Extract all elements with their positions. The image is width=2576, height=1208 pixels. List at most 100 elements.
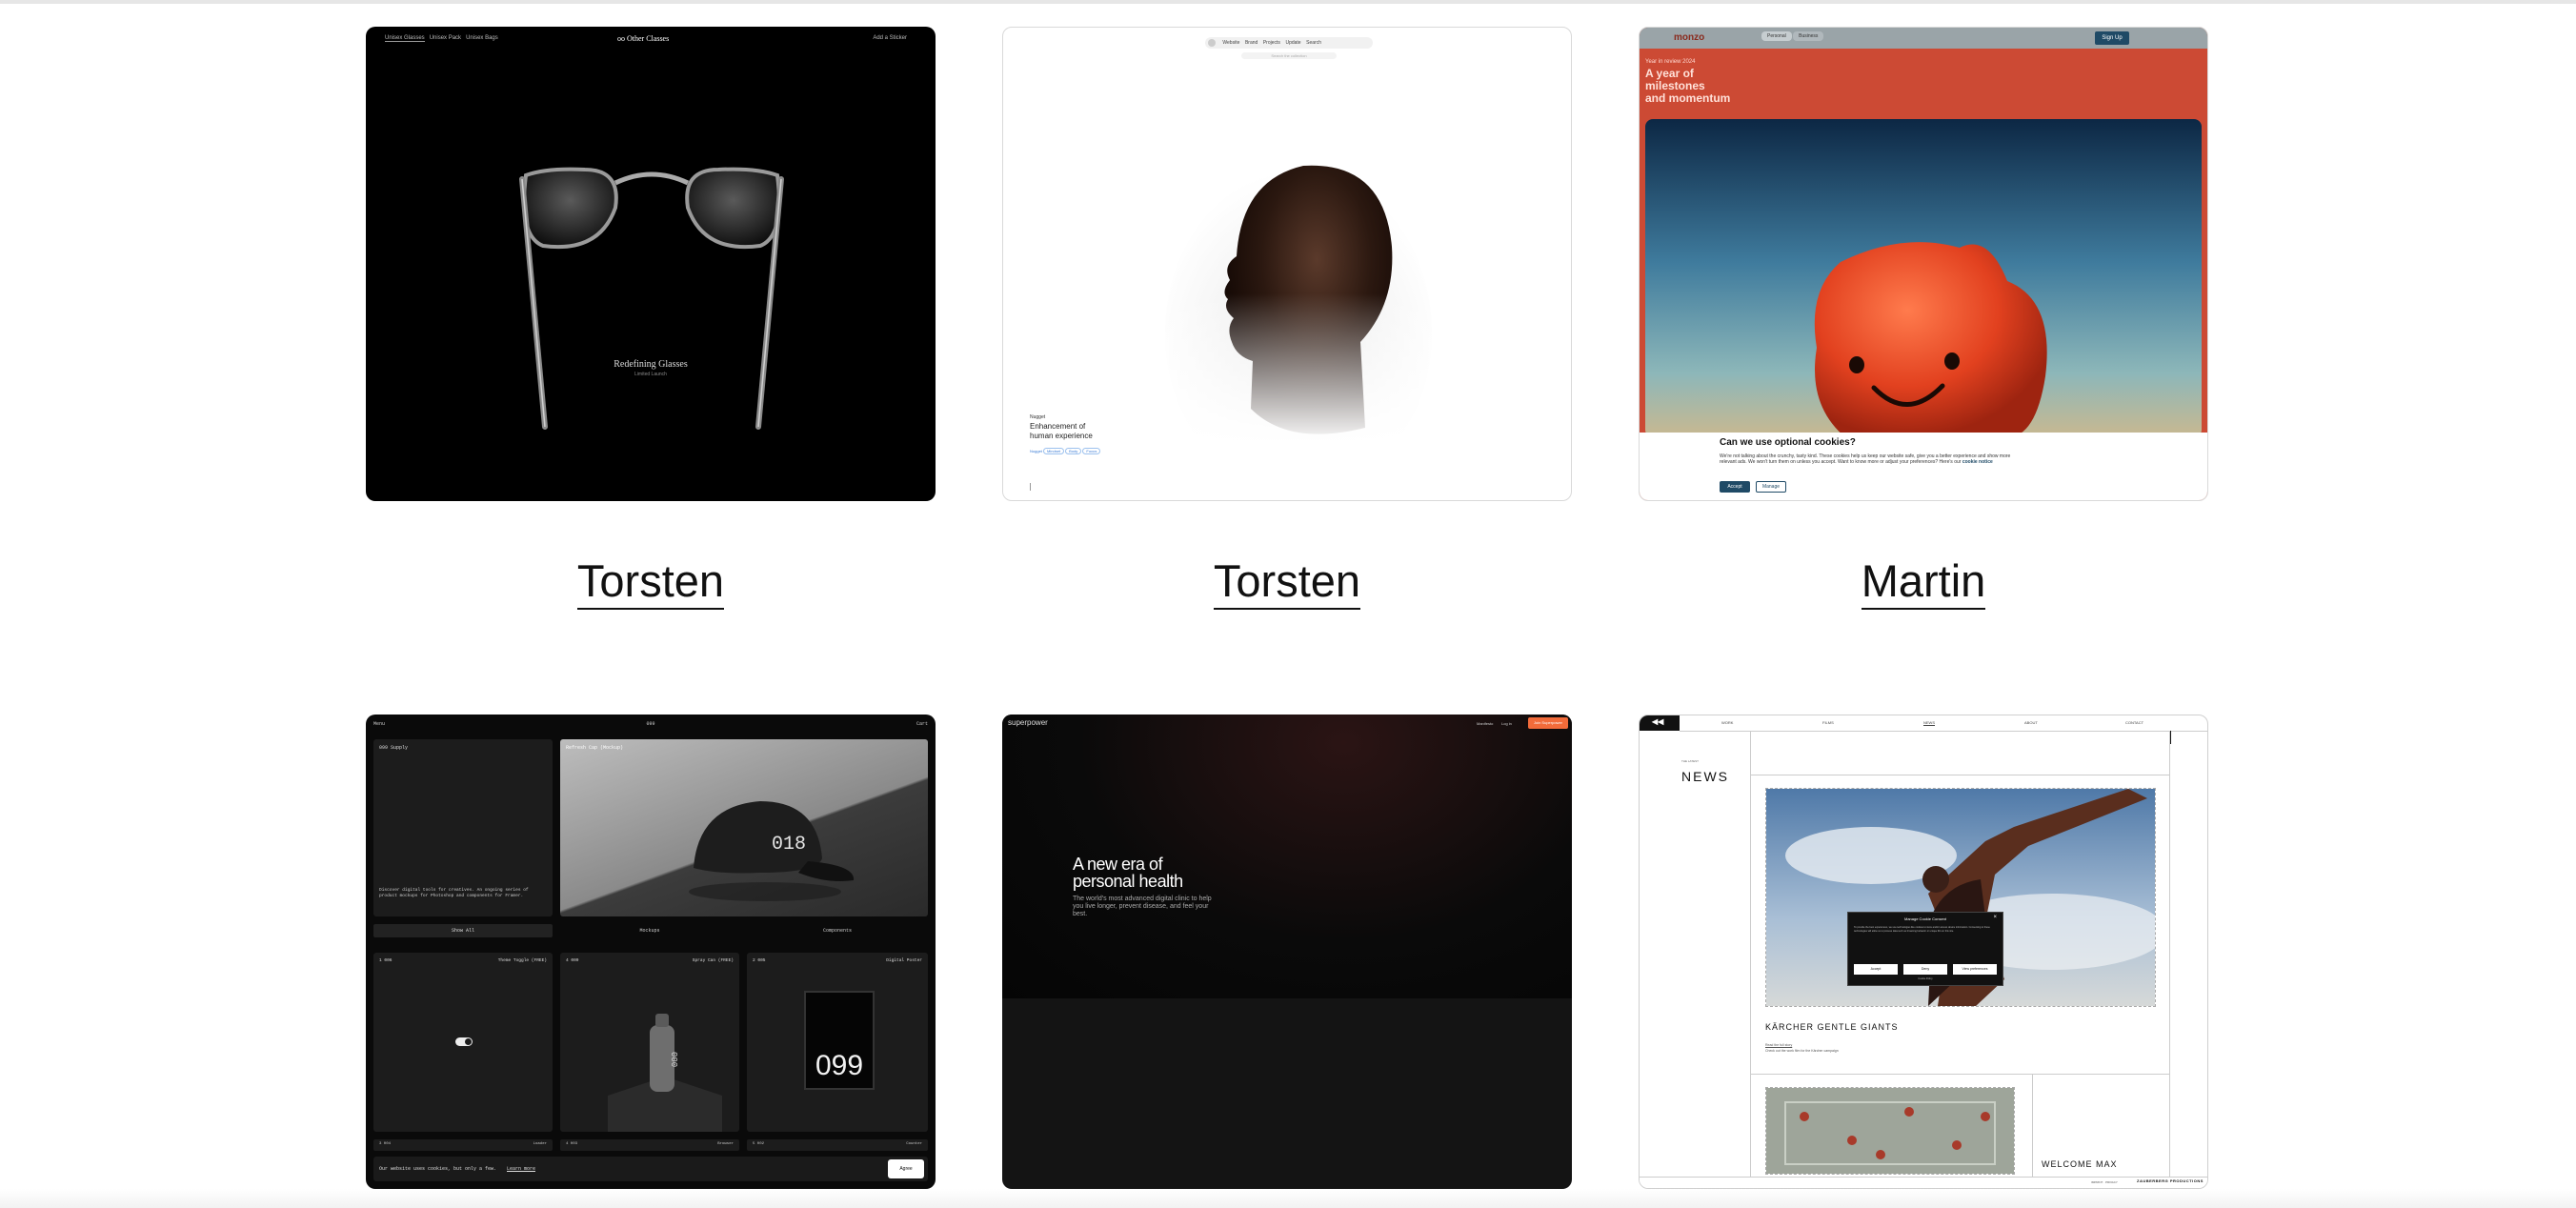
- learn-more-link[interactable]: Learn more: [507, 1166, 535, 1172]
- nav-link[interactable]: Log in: [1501, 721, 1512, 726]
- kicker: THE LATEST: [1681, 759, 1699, 763]
- home-icon[interactable]: [1208, 39, 1216, 47]
- hero-headline: A year of milestones and momentum: [1645, 67, 1731, 105]
- card-caption[interactable]: Torsten: [1002, 554, 1572, 610]
- nav-link[interactable]: Unisex Glasses: [385, 35, 425, 42]
- nav-link[interactable]: WORK: [1721, 720, 1733, 725]
- hero-headline: Redefining Glasses: [614, 359, 688, 370]
- showcase-card-zauberberg[interactable]: ◀◀ WORK FILMS NEWS ABOUT CONTACT THE LAT…: [1639, 715, 2208, 1189]
- top-divider: [0, 0, 2576, 4]
- filter-components[interactable]: Components: [747, 924, 928, 937]
- agree-button[interactable]: Agree: [888, 1159, 924, 1178]
- tag-chip[interactable]: Focus: [1082, 448, 1101, 454]
- hero-body: The world's most advanced digital clinic…: [1073, 896, 1212, 917]
- footer-bar: [1640, 1177, 2207, 1188]
- product-tile[interactable]: 1 006 Theme Toggle (FREE): [373, 953, 553, 1132]
- nav-link[interactable]: Manifesto: [1477, 721, 1493, 726]
- grid-line: [2169, 731, 2170, 1188]
- preferences-button[interactable]: View preferences: [1953, 964, 1997, 975]
- top-nav: Website Brand Projects Update Search: [1205, 37, 1373, 49]
- hero-headline: A new era of personal health: [1073, 855, 1183, 891]
- page-title: NEWS: [1681, 769, 1729, 784]
- cart-link[interactable]: Cart: [916, 721, 928, 727]
- nav-link[interactable]: Projects: [1263, 40, 1280, 46]
- product-tile[interactable]: 4 009 Spray Can (FREE) 000: [560, 953, 739, 1132]
- show-all-button[interactable]: Show All: [373, 924, 553, 937]
- list-item[interactable]: 5 002 Counter: [747, 1139, 928, 1151]
- list-item[interactable]: 4 003 Browser: [560, 1139, 739, 1151]
- nav-link[interactable]: Update: [1285, 40, 1300, 46]
- kicker: Year in review 2024: [1645, 59, 1696, 65]
- footer-links[interactable]: IMPRINT · PRIVACY: [2091, 1180, 2118, 1184]
- logo-mark-icon: ◀◀: [1652, 717, 1664, 726]
- showcase-card-monzo[interactable]: monzo Personal Business Sign Up Year in …: [1639, 27, 2208, 501]
- nav-link[interactable]: Unisex Pack: [430, 35, 461, 41]
- hero-image: [1645, 119, 2202, 437]
- story-desc: Check out the work film for the Kärcher …: [1765, 1049, 1839, 1053]
- scroll-indicator-icon: [1030, 483, 1031, 491]
- story-meta-link[interactable]: Read the full story: [1765, 1043, 1792, 1047]
- card-caption[interactable]: Martin: [1639, 554, 2208, 610]
- manage-button[interactable]: Manage: [1756, 481, 1786, 493]
- logo-mark-icon: oo: [617, 34, 625, 43]
- logo-block[interactable]: ◀◀: [1640, 715, 1680, 731]
- showcase-card-glasses[interactable]: Unisex Glasses Unisex Pack Unisex Bags o…: [366, 27, 936, 501]
- signup-button[interactable]: Sign Up: [2095, 31, 2129, 45]
- spray-can-image: 000: [608, 1014, 722, 1132]
- tag-chip[interactable]: Body: [1065, 448, 1082, 454]
- poster-image: 099: [804, 991, 875, 1090]
- svg-text:000: 000: [669, 1052, 678, 1067]
- field-photo: [1766, 1088, 2014, 1174]
- nav-link[interactable]: Website: [1222, 40, 1239, 46]
- cap-image: 018: [689, 801, 855, 901]
- tab-business[interactable]: Business: [1793, 31, 1824, 41]
- nav-link[interactable]: Brand: [1245, 40, 1258, 46]
- headline: Enhancement of human experience: [1030, 422, 1093, 440]
- cookie-dialog: Manage Cookie Consent × To provide the b…: [1847, 912, 2003, 986]
- nav-link[interactable]: CONTACT: [2125, 720, 2143, 725]
- tab-personal[interactable]: Personal: [1761, 31, 1792, 41]
- story-image[interactable]: [1765, 1087, 2015, 1175]
- deny-button[interactable]: Deny: [1903, 964, 1947, 975]
- brand-logo[interactable]: oo Other Classes: [617, 34, 669, 43]
- cookie-body: We're not talking about the crunchy, tas…: [1720, 453, 2011, 465]
- nav-link[interactable]: Unisex Bags: [466, 35, 498, 41]
- cookie-bar: Our website uses cookies, but only a few…: [373, 1157, 928, 1181]
- filter-mockups[interactable]: Mockups: [560, 924, 739, 937]
- nav-link[interactable]: NEWS: [1923, 720, 1935, 725]
- brand-label: Nugget: [1030, 414, 1046, 420]
- search-input[interactable]: Search the collection: [1241, 52, 1337, 59]
- nav-link[interactable]: FILMS: [1822, 720, 1834, 725]
- showcase-card-superpower[interactable]: superpower Manifesto Log in Join Superpo…: [1002, 715, 1572, 1189]
- nav-link[interactable]: Search: [1306, 40, 1321, 46]
- card-caption[interactable]: Torsten: [366, 554, 936, 610]
- cap-text: 018: [772, 834, 806, 856]
- brand-logo[interactable]: 099: [366, 721, 936, 727]
- close-icon[interactable]: ×: [1993, 915, 1997, 920]
- join-button[interactable]: Join Superpower: [1528, 717, 1568, 729]
- list-item[interactable]: 3 004 Loader: [373, 1139, 553, 1151]
- footer-logo[interactable]: ZAUBERBERG PRODUCTIONS: [2137, 1178, 2204, 1183]
- nav-link[interactable]: ABOUT: [2024, 720, 2038, 725]
- brand-logo[interactable]: monzo: [1674, 32, 1704, 43]
- cookie-notice-link[interactable]: cookie notice: [1962, 459, 1993, 465]
- story-title[interactable]: KÄRCHER GENTLE GIANTS: [1765, 1022, 1899, 1032]
- top-nav: WORK FILMS NEWS ABOUT CONTACT: [1680, 715, 2207, 732]
- portrait-image: [1146, 123, 1432, 500]
- tag-list: Nugget Mindset Body Focus: [1030, 448, 1101, 454]
- showcase-card-099[interactable]: Menu 099 Cart 099 Supply Discover digita…: [366, 715, 936, 1189]
- glasses-image: [519, 167, 784, 430]
- product-tile[interactable]: 2 005 Digital Poster 099: [747, 953, 928, 1132]
- cookie-policy-link[interactable]: Cookie Policy: [1848, 977, 2002, 980]
- accept-button[interactable]: Accept: [1854, 964, 1898, 975]
- showcase-card-nugget[interactable]: Website Brand Projects Update Search Sea…: [1002, 27, 1572, 501]
- tag-chip[interactable]: Mindset: [1043, 448, 1065, 454]
- nav-right-link[interactable]: Add a Sticker: [873, 35, 907, 41]
- page-bottom-edge: [0, 1189, 2576, 1208]
- story-title[interactable]: WELCOME MAX: [2042, 1159, 2118, 1169]
- cookie-title: Can we use optional cookies?: [1720, 437, 1856, 448]
- accept-button[interactable]: Accept: [1720, 481, 1750, 493]
- hero-tile[interactable]: Refresh Cap (Mockup) 018: [560, 739, 928, 916]
- toggle-icon[interactable]: [455, 1037, 473, 1046]
- brand-logo[interactable]: superpower: [1008, 718, 1048, 727]
